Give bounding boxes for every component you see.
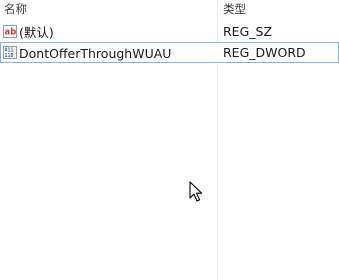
- registry-value-row-dontofferthroughwuau[interactable]: 011 110 DontOfferThroughWUAU REG_DWORD: [0, 42, 339, 63]
- reg-sz-icon: ab: [3, 25, 17, 38]
- column-header-name[interactable]: 名称: [4, 0, 215, 20]
- svg-text:ab: ab: [5, 28, 17, 38]
- mouse-pointer-icon: [189, 181, 203, 202]
- column-header-type[interactable]: 类型: [223, 0, 339, 20]
- registry-values-list[interactable]: 名称 类型 ab (默认) REG_SZ 011 110 DontOfferTh…: [0, 0, 339, 280]
- value-type-cell: REG_DWORD: [223, 45, 306, 60]
- registry-value-row-default[interactable]: ab (默认) REG_SZ: [0, 21, 339, 42]
- value-type-cell: REG_SZ: [223, 24, 273, 39]
- value-name-label: DontOfferThroughWUAU: [19, 46, 172, 61]
- value-name-cell: ab (默认): [3, 21, 54, 42]
- svg-text:110: 110: [5, 53, 14, 59]
- column-header-row: 名称 类型: [0, 0, 339, 20]
- value-name-cell: 011 110 DontOfferThroughWUAU: [3, 42, 171, 63]
- value-name-label: (默认): [19, 25, 54, 40]
- reg-dword-icon: 011 110: [3, 46, 17, 59]
